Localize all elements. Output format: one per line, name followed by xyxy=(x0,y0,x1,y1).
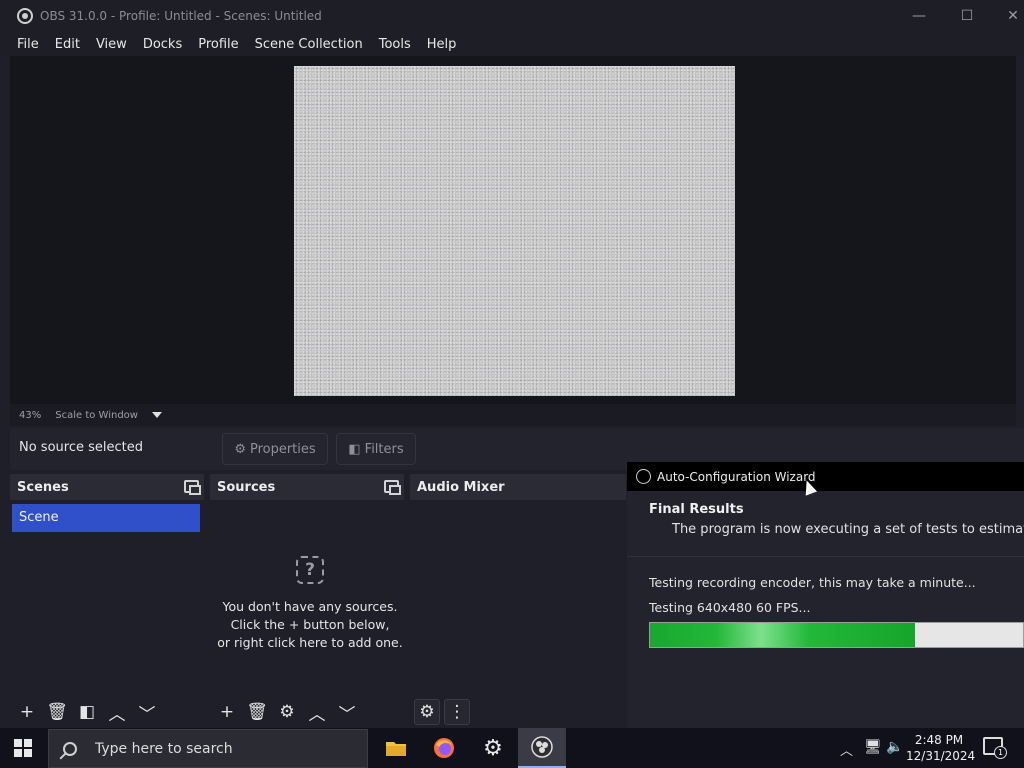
close-button[interactable]: ✕ xyxy=(998,4,1024,28)
menu-edit[interactable]: Edit xyxy=(55,37,80,52)
wizard-title: Auto-Configuration Wizard xyxy=(657,469,816,484)
divider xyxy=(627,556,1024,557)
advanced-audio-icon[interactable]: ⚙ xyxy=(414,699,440,725)
menu-docks[interactable]: Docks xyxy=(143,37,182,52)
sources-dock-header: Sources xyxy=(210,474,404,500)
sources-title: Sources xyxy=(217,480,276,495)
title-bar: OBS 31.0.0 - Profile: Untitled - Scenes:… xyxy=(0,0,1024,32)
settings-gear-icon[interactable]: ⚙ xyxy=(469,728,517,768)
source-status: No source selected xyxy=(19,440,143,455)
audio-mixer-header: Audio Mixer xyxy=(410,474,626,500)
obs-taskbar-icon[interactable] xyxy=(518,728,566,768)
audio-mixer-dock: Audio Mixer ⚙ ⋮ xyxy=(410,474,626,728)
menu-view[interactable]: View xyxy=(96,37,127,52)
properties-label: Properties xyxy=(249,441,316,457)
scale-mode-select[interactable]: Scale to Window xyxy=(55,410,138,421)
menu-tools[interactable]: Tools xyxy=(379,37,411,52)
network-icon[interactable]: 🖥 xyxy=(864,739,882,755)
move-up-icon[interactable]: ︿ xyxy=(104,699,130,725)
obs-logo-icon xyxy=(636,469,651,484)
sources-dock: Sources ? You don't have any sources. Cl… xyxy=(210,474,404,728)
filter-icon: ◧ xyxy=(348,441,361,457)
clock-date: 12/31/2024 xyxy=(906,749,976,763)
trash-icon[interactable]: 🗑 xyxy=(244,699,270,725)
scenes-toolbar: + 🗑 ◧ ︿ ﹀ xyxy=(10,696,204,728)
chevron-down-icon[interactable] xyxy=(151,412,162,418)
wizard-description: The program is now executing a set of te… xyxy=(672,522,1024,537)
audio-mixer-title: Audio Mixer xyxy=(417,480,505,495)
move-down-icon[interactable]: ﹀ xyxy=(334,699,360,725)
maximize-button[interactable]: ☐ xyxy=(952,4,982,28)
taskbar-search-box[interactable]: Type here to search xyxy=(48,729,368,768)
notification-center-icon[interactable]: 1 xyxy=(983,737,1007,759)
trash-icon[interactable]: 🗑 xyxy=(44,699,70,725)
sources-empty-state[interactable]: ? You don't have any sources. Click the … xyxy=(210,556,410,652)
minimize-button[interactable]: — xyxy=(904,4,934,28)
windows-start-icon[interactable] xyxy=(14,739,32,757)
window-title: OBS 31.0.0 - Profile: Untitled - Scenes:… xyxy=(40,9,322,23)
scenes-dock: Scenes Scene + 🗑 ◧ ︿ ﹀ xyxy=(10,474,204,728)
properties-button[interactable]: ⚙ Properties xyxy=(222,433,328,465)
sources-toolbar: + 🗑 ⚙ ︿ ﹀ xyxy=(210,696,404,728)
menu-bar: File Edit View Docks Profile Scene Colle… xyxy=(0,32,1024,56)
notification-count: 1 xyxy=(994,746,1007,759)
wizard-heading: Final Results xyxy=(649,502,744,517)
gear-icon[interactable]: ⚙ xyxy=(274,699,300,725)
menu-profile[interactable]: Profile xyxy=(198,37,238,52)
empty-line-1: You don't have any sources. xyxy=(222,599,398,614)
question-icon: ? xyxy=(296,556,324,584)
file-explorer-icon[interactable] xyxy=(372,728,420,768)
show-hidden-icons-icon[interactable]: ︿ xyxy=(840,740,853,759)
scene-list-item[interactable]: Scene xyxy=(12,504,200,532)
gear-icon: ⚙ xyxy=(234,441,246,457)
undock-icon[interactable] xyxy=(184,480,201,495)
filters-button[interactable]: ◧ Filters xyxy=(336,433,416,465)
auto-config-wizard: Auto-Configuration Wizard Final Results … xyxy=(627,462,1024,728)
menu-help[interactable]: Help xyxy=(427,37,457,52)
preview-zoom-bar: 43% Scale to Window xyxy=(10,404,1016,426)
scenes-dock-header: Scenes xyxy=(10,474,204,500)
wizard-status-2: Testing 640x480 60 FPS... xyxy=(649,600,811,615)
filters-label: Filters xyxy=(364,441,404,457)
undock-icon[interactable] xyxy=(384,480,401,495)
clock-time: 2:48 PM xyxy=(914,733,964,747)
wizard-status-1: Testing recording encoder, this may take… xyxy=(649,575,976,590)
firefox-icon[interactable] xyxy=(420,728,468,768)
taskbar: Type here to search ⚙ ︿ 🖥 🔈 2:48 PM 12/3… xyxy=(0,728,1024,768)
empty-line-2: Click the + button below, xyxy=(230,617,390,632)
obs-logo-icon xyxy=(17,8,33,24)
move-down-icon[interactable]: ﹀ xyxy=(134,699,160,725)
scene-filters-icon[interactable]: ◧ xyxy=(74,699,100,725)
search-icon xyxy=(63,741,77,756)
search-placeholder: Type here to search xyxy=(95,740,233,757)
preview-canvas[interactable] xyxy=(294,66,735,396)
move-up-icon[interactable]: ︿ xyxy=(304,699,330,725)
add-icon[interactable]: + xyxy=(14,699,40,725)
audio-mixer-toolbar: ⚙ ⋮ xyxy=(410,696,626,728)
menu-file[interactable]: File xyxy=(17,37,39,52)
wizard-progress-fill xyxy=(650,623,915,647)
zoom-level: 43% xyxy=(19,409,42,421)
wizard-progress-bar xyxy=(649,622,1024,648)
volume-muted-icon[interactable]: 🔈 xyxy=(886,739,903,755)
wizard-title-bar: Auto-Configuration Wizard xyxy=(627,462,1024,491)
scenes-title: Scenes xyxy=(17,480,69,495)
add-icon[interactable]: + xyxy=(214,699,240,725)
empty-line-3: or right click here to add one. xyxy=(217,635,403,650)
more-options-icon[interactable]: ⋮ xyxy=(444,699,470,725)
taskbar-clock[interactable]: 2:48 PM 12/31/2024 xyxy=(906,732,976,764)
menu-scene-collection[interactable]: Scene Collection xyxy=(255,37,363,52)
